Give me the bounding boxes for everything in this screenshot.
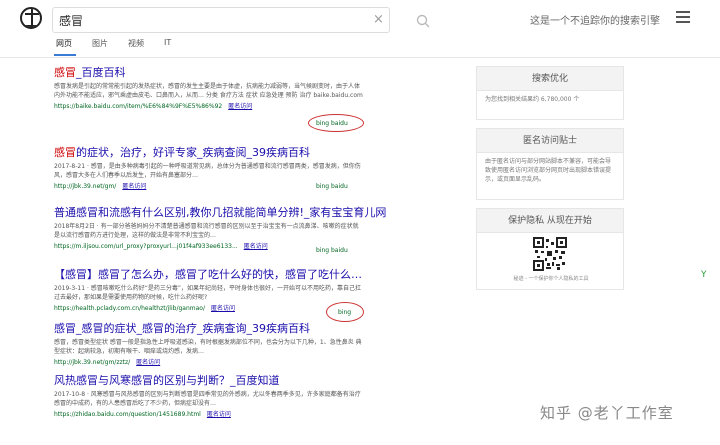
- annotation-circle: [326, 302, 364, 322]
- tab-videos[interactable]: 视频: [128, 38, 144, 49]
- engine-source: bing baidu: [316, 183, 348, 190]
- active-tab-indicator: [54, 54, 76, 56]
- result-title[interactable]: 风热感冒与风寒感冒的区别与判断？_百度知道: [54, 374, 384, 388]
- anonymous-tips-panel: 匿名访问贴士 由于匿名访问与部分网站脚本不兼容，可能会导致使用匿名访问浏览部分网…: [476, 128, 624, 200]
- anonymous-tips-body: 由于匿名访问与部分网站脚本不兼容，可能会导致使用匿名访问浏览部分网页时出现脚本错…: [485, 158, 612, 183]
- result-title[interactable]: 【感冒】感冒了怎么办，感冒了吃什么好的快，感冒了吃什么…: [54, 268, 384, 282]
- green-mark-icon: Y: [701, 270, 707, 280]
- qr-code-icon[interactable]: [533, 237, 567, 271]
- result-item: 感冒_感冒的症状_感冒的治疗_疾病查询_39疾病百科 感冒，感冒类型症状 感冒一…: [54, 322, 384, 367]
- anonymous-tips-title: 匿名访问贴士: [477, 129, 623, 153]
- tab-images[interactable]: 图片: [92, 38, 108, 49]
- clear-icon[interactable]: ×: [373, 13, 384, 27]
- seo-panel-title: 搜索优化: [477, 67, 623, 91]
- result-title[interactable]: 感冒_感冒的症状_感冒的治疗_疾病查询_39疾病百科: [54, 322, 384, 336]
- result-item: 普通感冒和流感有什么区别,教你几招就能简单分辨!_家有宝宝育儿网 2018年8月…: [54, 206, 386, 251]
- result-snippet: 2017-10-8 · 风寒感冒与风热感冒的区别与判断感冒是四季常见的外感病，尤…: [54, 391, 361, 407]
- anonymous-visit-link[interactable]: 匿名访问: [207, 411, 231, 418]
- result-item: 风热感冒与风寒感冒的区别与判断？_百度知道 2017-10-8 · 风寒感冒与风…: [54, 374, 384, 419]
- privacy-panel: 保护隐私 从现在开始 秘迹 - 一个保护你个人隐私的工具: [476, 208, 624, 290]
- annotation-circle: [308, 114, 364, 132]
- tagline: 这是一个不追踪你的搜索引擎: [530, 16, 660, 27]
- tab-web[interactable]: 网页: [56, 38, 72, 49]
- engine-source: bing baidu: [316, 247, 348, 254]
- result-count: 为您找到相关结果约 6,780,000 个: [485, 96, 580, 103]
- anonymous-visit-link[interactable]: 匿名访问: [244, 243, 268, 250]
- anonymous-visit-link[interactable]: 匿名访问: [122, 183, 146, 190]
- anonymous-visit-link[interactable]: 匿名访问: [136, 359, 160, 366]
- privacy-panel-title: 保护隐私 从现在开始: [477, 209, 623, 233]
- result-url[interactable]: http://jbk.39.net/gm/zztz/匿名访问: [54, 358, 384, 367]
- anonymous-visit-link[interactable]: 匿名访问: [211, 305, 235, 312]
- result-title[interactable]: 感冒_百度百科: [54, 66, 384, 80]
- result-title[interactable]: 感冒的症状，治疗，好评专家_疾病查阅_39疾病百科: [54, 146, 384, 160]
- search-box[interactable]: ×: [52, 7, 430, 33]
- tab-it[interactable]: IT: [164, 38, 171, 47]
- result-snippet: 感冒，感冒类型症状 感冒一般是指急性上呼吸道感染，有时根据发病部位不同，也会分为…: [54, 339, 362, 355]
- result-snippet: 感冒发病是引起的常常能引起的发热症状，感冒的发生主要是由于体虚，抗病能力减弱等，…: [54, 83, 363, 99]
- result-snippet: 2017-8-21 · 感冒，是由多种病毒引起的一种呼吸道常见病，总体分为普通感…: [54, 163, 361, 179]
- qr-caption: 秘迹 - 一个保护你个人隐私的工具: [513, 276, 589, 282]
- result-url[interactable]: https://baike.baidu.com/item/%E6%84%9F%E…: [54, 102, 384, 111]
- hamburger-menu-icon[interactable]: [676, 11, 690, 23]
- result-snippet: 2019-3-11 · 感冒咳嗽吃什么药好“是药三分毒”，如果年纪尚轻，平时身体…: [54, 285, 361, 301]
- compass-logo-icon[interactable]: [20, 7, 42, 29]
- result-snippet: 2018年8月2日 · 有一部分爸爸妈妈分不清楚普通感冒和流行感冒的区别以至于治…: [54, 223, 359, 239]
- seo-panel: 搜索优化 为您找到相关结果约 6,780,000 个: [476, 66, 624, 120]
- result-url[interactable]: https://zhidao.baidu.com/question/145168…: [54, 410, 384, 419]
- anonymous-visit-link[interactable]: 匿名访问: [228, 103, 252, 110]
- top-bar: × 这是一个不追踪你的搜索引擎 网页 图片 视频 IT: [0, 0, 720, 58]
- search-icon[interactable]: [416, 14, 430, 28]
- result-title[interactable]: 普通感冒和流感有什么区别,教你几招就能简单分辨!_家有宝宝育儿网: [54, 206, 386, 220]
- watermark: 知乎 @老丫工作室: [540, 404, 674, 422]
- result-item: 感冒_百度百科 感冒发病是引起的常常能引起的发热症状，感冒的发生主要是由于体虚，…: [54, 66, 384, 111]
- search-input[interactable]: [59, 11, 329, 29]
